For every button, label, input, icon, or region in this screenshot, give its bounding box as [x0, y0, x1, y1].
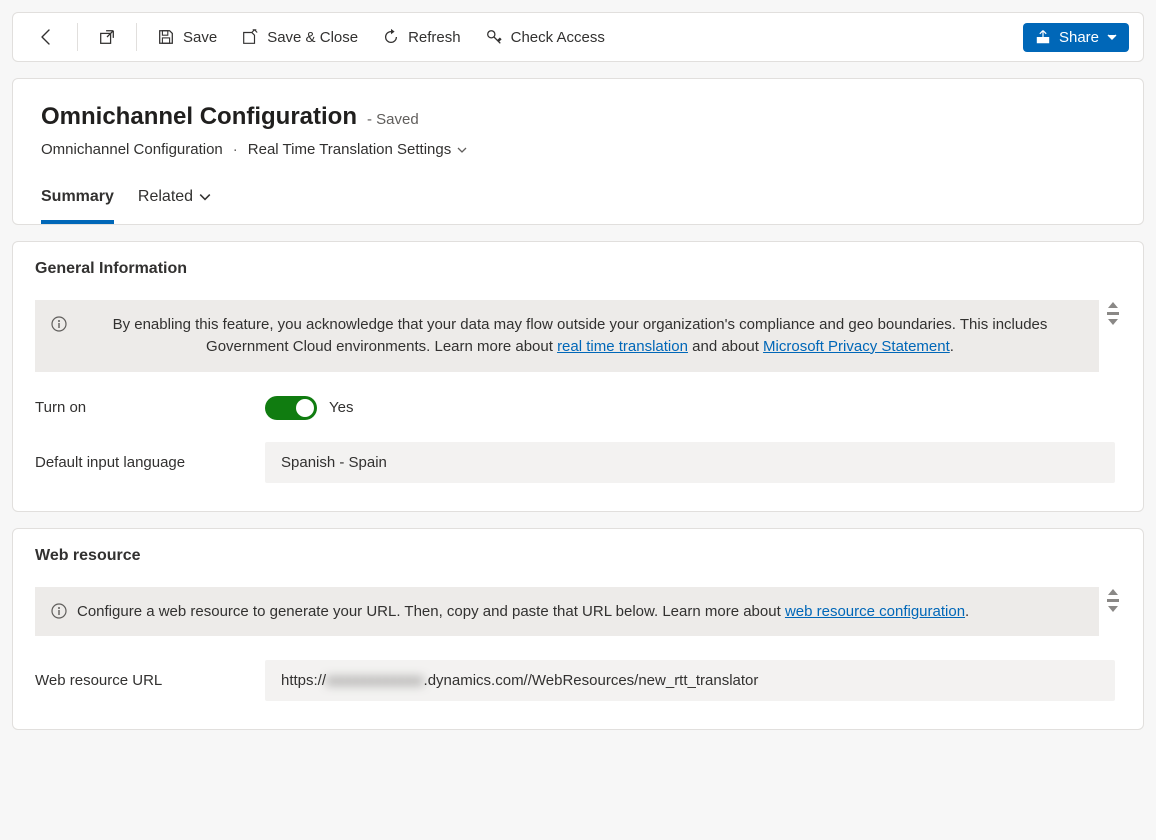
field-label: Web resource URL: [35, 672, 265, 689]
save-button[interactable]: Save: [147, 22, 227, 52]
info-icon: [51, 603, 67, 619]
refresh-button[interactable]: Refresh: [372, 22, 471, 52]
breadcrumb: Omnichannel Configuration · Real Time Tr…: [41, 141, 1115, 158]
share-label: Share: [1059, 29, 1099, 46]
command-bar: Save Save & Close Refresh Check Access S…: [13, 13, 1143, 61]
check-access-button[interactable]: Check Access: [475, 22, 615, 52]
separator: [136, 23, 137, 51]
save-status: - Saved: [367, 111, 419, 128]
popout-icon: [98, 28, 116, 46]
save-label: Save: [183, 29, 217, 46]
save-close-label: Save & Close: [267, 29, 358, 46]
toggle-knob: [296, 399, 314, 417]
scroll-indicator: [1107, 302, 1119, 325]
refresh-icon: [382, 28, 400, 46]
scroll-up-icon[interactable]: [1108, 302, 1118, 308]
toggle-value: Yes: [329, 399, 353, 416]
check-access-label: Check Access: [511, 29, 605, 46]
link-privacy-statement[interactable]: Microsoft Privacy Statement: [763, 338, 950, 355]
link-web-resource-config[interactable]: web resource configuration: [785, 603, 965, 620]
breadcrumb-view[interactable]: Real Time Translation Settings: [248, 141, 467, 158]
share-button[interactable]: Share: [1023, 23, 1129, 52]
scroll-indicator: [1107, 589, 1119, 612]
info-banner: By enabling this feature, you acknowledg…: [35, 300, 1099, 372]
scroll-down-icon[interactable]: [1108, 319, 1118, 325]
chevron-down-icon: [457, 145, 467, 155]
field-label: Default input language: [35, 454, 265, 471]
default-language-input[interactable]: [265, 442, 1115, 483]
section-title: General Information: [35, 260, 1121, 278]
breadcrumb-separator: ·: [233, 141, 238, 158]
refresh-label: Refresh: [408, 29, 461, 46]
share-icon: [1035, 29, 1051, 45]
section-web-resource: Web resource Configure a web resource to…: [12, 528, 1144, 731]
web-resource-url-input[interactable]: https://xxxxxxxxxxxxx.dynamics.com//WebR…: [265, 660, 1115, 701]
scroll-bar: [1107, 599, 1119, 602]
field-label: Turn on: [35, 399, 265, 416]
save-icon: [157, 28, 175, 46]
info-text: Configure a web resource to generate you…: [77, 603, 969, 620]
field-turn-on: Turn on Yes: [35, 396, 1121, 420]
tab-summary[interactable]: Summary: [41, 180, 114, 224]
back-button[interactable]: [27, 21, 67, 53]
scroll-down-icon[interactable]: [1108, 606, 1118, 612]
back-arrow-icon: [37, 27, 57, 47]
section-general-information: General Information By enabling this fea…: [12, 241, 1144, 512]
field-default-language: Default input language: [35, 442, 1121, 483]
info-text: By enabling this feature, you acknowledg…: [113, 316, 1048, 355]
save-close-icon: [241, 28, 259, 46]
chevron-down-icon: [199, 191, 211, 203]
tab-related[interactable]: Related: [138, 180, 211, 224]
tab-list: Summary Related: [41, 180, 1115, 224]
save-close-button[interactable]: Save & Close: [231, 22, 368, 52]
breadcrumb-entity: Omnichannel Configuration: [41, 141, 223, 158]
scroll-bar: [1107, 312, 1119, 315]
field-web-resource-url: Web resource URL https://xxxxxxxxxxxxx.d…: [35, 660, 1121, 701]
redacted-host: xxxxxxxxxxxxx: [326, 672, 424, 689]
link-real-time-translation[interactable]: real time translation: [557, 338, 688, 355]
scroll-up-icon[interactable]: [1108, 589, 1118, 595]
page-title: Omnichannel Configuration: [41, 103, 357, 131]
record-header: Omnichannel Configuration - Saved Omnich…: [12, 78, 1144, 225]
separator: [77, 23, 78, 51]
open-new-window-button[interactable]: [88, 22, 126, 52]
key-icon: [485, 28, 503, 46]
chevron-down-icon: [1107, 32, 1117, 42]
info-banner: Configure a web resource to generate you…: [35, 587, 1099, 637]
info-icon: [51, 316, 67, 332]
section-title: Web resource: [35, 547, 1121, 565]
toggle-turn-on[interactable]: [265, 396, 317, 420]
